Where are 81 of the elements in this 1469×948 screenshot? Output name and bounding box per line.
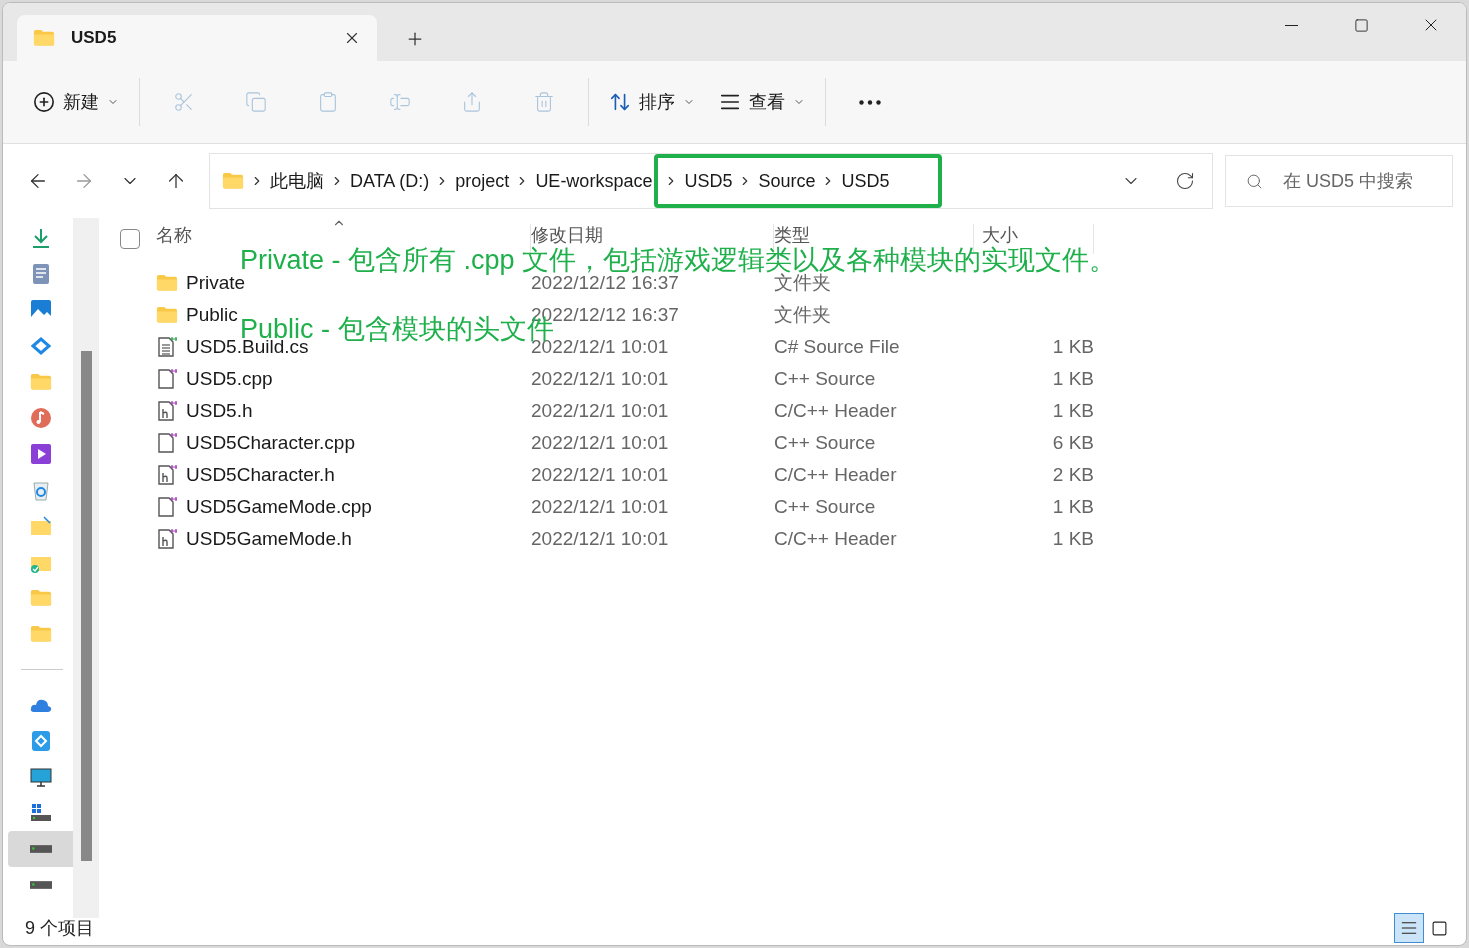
- folder-icon: [29, 589, 52, 607]
- drive-icon: [29, 845, 52, 853]
- header-file-icon: [157, 528, 177, 550]
- sort-button[interactable]: 排序: [597, 80, 707, 124]
- video-icon: [29, 443, 52, 465]
- address-bar[interactable]: 此电脑 DATA (D:) project UE-workspace USD5 Source USD5: [209, 153, 1213, 209]
- folder-icon: [29, 625, 52, 643]
- search-field[interactable]: 在 USD5 中搜索: [1225, 155, 1453, 207]
- file-size: 6 KB: [1052, 431, 1094, 453]
- search-input[interactable]: 在 USD5 中搜索: [1283, 167, 1433, 195]
- drive-app-icon: [29, 730, 52, 752]
- refresh-icon: [1175, 171, 1195, 191]
- text-file-icon: [157, 336, 177, 358]
- document-icon: [157, 496, 177, 518]
- app-icon: [29, 335, 52, 357]
- windows-drive-icon: [29, 802, 52, 824]
- modified-date: 2022/12/1 10:01: [531, 399, 669, 421]
- modified-date: 2022/12/1 10:01: [531, 367, 669, 389]
- file-size: 1 KB: [1052, 399, 1094, 421]
- file-size: 1 KB: [1052, 527, 1094, 549]
- file-name[interactable]: USD5.cpp: [186, 364, 273, 394]
- file-type: C++ Source: [774, 431, 876, 453]
- column-header[interactable]: 修改日期: [531, 224, 603, 246]
- folder-icon: [222, 172, 244, 190]
- folder-icon: [156, 306, 178, 324]
- file-name[interactable]: USD5Character.cpp: [186, 428, 355, 458]
- file-size: 1 KB: [1052, 495, 1094, 517]
- details-view-button[interactable]: [1394, 913, 1424, 943]
- tab-title: USD5: [71, 27, 118, 50]
- breadcrumb[interactable]: USD5: [841, 167, 890, 195]
- breadcrumb[interactable]: USD5: [684, 167, 733, 195]
- file-name[interactable]: USD5Character.h: [186, 460, 335, 490]
- view-button[interactable]: 查看: [707, 80, 817, 124]
- document-icon: [157, 432, 177, 454]
- file-type: C++ Source: [774, 495, 876, 517]
- search-icon: [1246, 172, 1263, 190]
- minimize-icon: [1284, 24, 1298, 26]
- file-name[interactable]: USD5GameMode.cpp: [186, 492, 372, 522]
- window-tab[interactable]: USD5: [17, 15, 377, 61]
- modified-date: 2022/12/1 10:01: [531, 495, 669, 517]
- modified-date: 2022/12/1 10:01: [531, 431, 669, 453]
- file-type: C/C++ Header: [774, 399, 897, 421]
- select-all-checkbox[interactable]: [120, 229, 140, 249]
- breadcrumb[interactable]: project: [455, 167, 510, 195]
- file-name[interactable]: Public: [186, 300, 238, 330]
- file-name[interactable]: USD5GameMode.h: [186, 524, 352, 554]
- file-size: 2 KB: [1052, 463, 1094, 485]
- column-header[interactable]: 名称: [156, 224, 192, 246]
- file-name[interactable]: USD5.h: [186, 396, 253, 426]
- folder-icon: [29, 373, 52, 391]
- file-type: C/C++ Header: [774, 463, 897, 485]
- header-file-icon: [157, 400, 177, 422]
- modified-date: 2022/12/1 10:01: [531, 463, 669, 485]
- breadcrumb[interactable]: Source: [758, 167, 816, 195]
- folder-icon: [156, 274, 178, 292]
- folder-icon: [33, 29, 55, 47]
- maximize-icon: [1353, 17, 1369, 33]
- breadcrumb[interactable]: 此电脑: [270, 167, 324, 195]
- column-header[interactable]: 类型: [774, 224, 810, 246]
- lines-icon: [1400, 919, 1418, 937]
- file-type: C/C++ Header: [774, 527, 897, 549]
- folder-icon: [29, 515, 52, 537]
- column-header[interactable]: 大小: [982, 224, 1018, 246]
- file-type: C++ Source: [774, 367, 876, 389]
- breadcrumb[interactable]: UE-workspace: [535, 167, 653, 195]
- file-type: 文件夹: [774, 303, 831, 325]
- header-file-icon: [157, 464, 177, 486]
- document-icon: [157, 368, 177, 390]
- file-size: 1 KB: [1052, 335, 1094, 357]
- file-type: C# Source File: [774, 335, 900, 357]
- sidebar-item[interactable]: [8, 831, 73, 867]
- modified-date: 2022/12/1 10:01: [531, 527, 669, 549]
- monitor-icon: [29, 766, 52, 788]
- music-icon: [29, 407, 52, 429]
- new-button[interactable]: 新建: [21, 80, 131, 124]
- picture-icon: [29, 299, 52, 321]
- drive-icon: [29, 881, 52, 889]
- item-count: 9 个项目: [25, 916, 94, 940]
- square-icon: [1430, 919, 1448, 937]
- file-size: 1 KB: [1052, 367, 1094, 389]
- breadcrumb[interactable]: DATA (D:): [350, 167, 430, 195]
